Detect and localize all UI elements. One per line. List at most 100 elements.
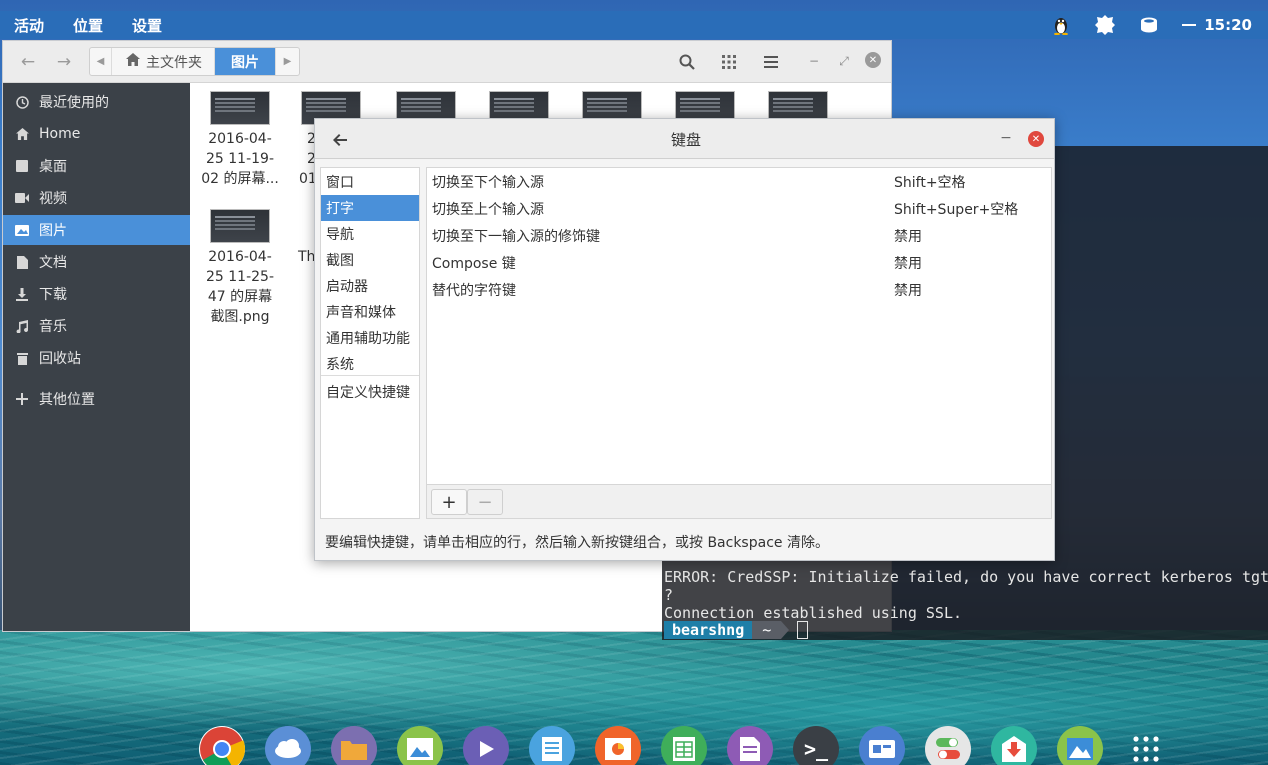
path-current-button[interactable]: 图片 xyxy=(215,48,275,75)
prompt-arrow xyxy=(781,621,790,639)
shortcut-row[interactable]: 切换至下一输入源的修饰键 禁用 xyxy=(427,222,1051,249)
sidebar-item-other-locations[interactable]: 其他位置 xyxy=(3,384,190,414)
sidebar-item-downloads[interactable]: 下载 xyxy=(3,279,190,309)
terminal-line: ERROR: CredSSP: Initialize failed, do yo… xyxy=(664,568,1268,586)
image-viewer-icon[interactable] xyxy=(397,726,443,765)
chrome-icon[interactable] xyxy=(199,726,245,765)
sidebar-item-home[interactable]: Home xyxy=(3,119,190,149)
sidebar-item-music[interactable]: 音乐 xyxy=(3,311,190,341)
settings-toggle-icon[interactable] xyxy=(925,726,971,765)
file-label-line: 02 的屏幕... xyxy=(201,171,279,187)
prompt-user: bearshng xyxy=(664,621,753,639)
file-item[interactable]: 2016-04- 25 11-19- 02 的屏幕... xyxy=(200,83,280,189)
shortcut-name: 切换至下一输入源的修饰键 xyxy=(432,228,600,245)
video-player-icon[interactable] xyxy=(463,726,509,765)
cloud-icon[interactable] xyxy=(265,726,311,765)
keyboard-settings-dialog: 键盘 − ✕ 窗口 打字 导航 截图 启动器 声音和媒体 通用辅助功能 系统 自… xyxy=(314,118,1055,561)
home-icon xyxy=(15,127,29,141)
grid-view-icon[interactable] xyxy=(717,50,741,74)
video-icon xyxy=(15,191,29,205)
path-right-chevron-icon[interactable]: ▶ xyxy=(275,48,299,75)
dialog-title: 键盘 xyxy=(671,131,702,149)
path-left-chevron-icon[interactable]: ◀ xyxy=(90,48,112,75)
document-icon xyxy=(15,255,29,269)
presentation-icon[interactable] xyxy=(595,726,641,765)
sidebar-item-documents[interactable]: 文档 xyxy=(3,247,190,277)
sidebar-item-trash[interactable]: 回收站 xyxy=(3,343,190,373)
shortcut-hint-text: 要编辑快捷键，请单击相应的行，然后输入新按键组合，或按 Backspace 清除… xyxy=(325,535,829,551)
category-launchers[interactable]: 启动器 xyxy=(321,273,419,299)
dock: >_ xyxy=(0,722,1268,765)
settings-menu[interactable]: 设置 xyxy=(132,15,162,36)
category-custom-shortcuts[interactable]: 自定义快捷键 xyxy=(321,379,419,405)
software-installer-icon[interactable] xyxy=(991,726,1037,765)
path-home-label: 主文件夹 xyxy=(146,54,202,71)
shortcut-row[interactable]: 切换至上个输入源 Shift+Super+空格 xyxy=(427,195,1051,222)
category-screenshots[interactable]: 截图 xyxy=(321,247,419,273)
file-label-line: 2016-04- xyxy=(208,249,272,265)
home-icon xyxy=(126,53,140,70)
category-sound-media[interactable]: 声音和媒体 xyxy=(321,299,419,325)
sidebar-item-desktop[interactable]: 桌面 xyxy=(3,151,190,181)
text-editor-icon[interactable] xyxy=(529,726,575,765)
document-icon[interactable] xyxy=(727,726,773,765)
sidebar-item-videos[interactable]: 视频 xyxy=(3,183,190,213)
add-shortcut-button[interactable]: + xyxy=(431,489,467,515)
spreadsheet-icon[interactable] xyxy=(661,726,707,765)
category-navigation[interactable]: 导航 xyxy=(321,221,419,247)
photos-icon[interactable] xyxy=(1057,726,1103,765)
brightness-icon[interactable] xyxy=(1094,14,1116,36)
sidebar-item-label: 视频 xyxy=(39,191,67,207)
sidebar-item-label: 最近使用的 xyxy=(39,95,109,111)
app-grid-icon[interactable] xyxy=(1123,726,1169,765)
back-arrow-icon[interactable]: ← xyxy=(15,49,41,75)
maximize-icon[interactable]: ⤢ xyxy=(835,52,853,70)
clock[interactable]: 15:20 xyxy=(1204,16,1252,34)
files-icon[interactable] xyxy=(331,726,377,765)
category-system[interactable]: 系统 xyxy=(321,351,419,377)
category-windows[interactable]: 窗口 xyxy=(321,169,419,195)
sidebar-item-pictures[interactable]: 图片 xyxy=(3,215,190,245)
shortcut-accelerator: Shift+空格 xyxy=(894,174,966,191)
places-menu[interactable]: 位置 xyxy=(73,15,103,36)
activities-button[interactable]: 活动 xyxy=(14,15,44,36)
terminal-icon[interactable]: >_ xyxy=(793,726,839,765)
back-arrow-icon[interactable] xyxy=(327,127,353,153)
close-icon[interactable]: ✕ xyxy=(1028,131,1044,147)
sidebar-item-label: 桌面 xyxy=(39,159,67,175)
forward-arrow-icon[interactable]: → xyxy=(51,49,77,75)
remove-shortcut-button[interactable]: − xyxy=(467,489,503,515)
keyboard-dialog-header: 键盘 − ✕ xyxy=(315,119,1054,159)
terminal-cursor xyxy=(797,621,809,639)
sidebar-item-label: 其他位置 xyxy=(39,392,95,408)
tux-icon[interactable] xyxy=(1050,14,1072,36)
shortcut-name: 替代的字符键 xyxy=(432,282,516,299)
sidebar-item-label: 音乐 xyxy=(39,319,67,335)
remote-desktop-icon[interactable] xyxy=(859,726,905,765)
hamburger-menu-icon[interactable] xyxy=(759,50,783,74)
file-manager-headerbar: ← → ◀ 主文件夹 图片 ▶ − ⤢ ✕ xyxy=(3,41,891,83)
close-icon[interactable]: ✕ xyxy=(865,52,881,68)
file-item[interactable]: 2016-04- 25 11-25- 47 的屏幕 截图.png xyxy=(200,201,280,327)
search-icon[interactable] xyxy=(675,50,699,74)
file-label-line: 25 11-25- xyxy=(206,269,274,285)
cloud-sync-icon[interactable] xyxy=(1138,14,1160,36)
shortcut-category-list: 窗口 打字 导航 截图 启动器 声音和媒体 通用辅助功能 系统 自定义快捷键 xyxy=(320,167,420,519)
music-icon xyxy=(15,319,29,333)
top-bar-menu: 活动 位置 设置 xyxy=(14,11,191,39)
places-sidebar: 最近使用的 Home 桌面 视频 图片 文档 下载 音乐 回收站 其他位置 xyxy=(3,83,190,631)
shortcut-row[interactable]: Compose 键 禁用 xyxy=(427,249,1051,276)
clock-icon xyxy=(15,95,29,109)
desktop-icon xyxy=(15,159,29,173)
minimize-icon[interactable]: − xyxy=(997,129,1015,147)
shortcut-row[interactable]: 替代的字符键 禁用 xyxy=(427,276,1051,303)
category-typing[interactable]: 打字 xyxy=(321,195,419,221)
shortcut-row[interactable]: 切换至下个输入源 Shift+空格 xyxy=(427,168,1051,195)
power-icon[interactable] xyxy=(1182,14,1197,36)
sidebar-item-recent[interactable]: 最近使用的 xyxy=(3,87,190,117)
minimize-icon[interactable]: − xyxy=(805,52,823,70)
category-accessibility[interactable]: 通用辅助功能 xyxy=(321,325,419,351)
path-home-button[interactable]: 主文件夹 xyxy=(112,48,215,75)
shortcut-accelerator: Shift+Super+空格 xyxy=(894,201,1019,218)
shortcut-name: 切换至上个输入源 xyxy=(432,201,544,218)
